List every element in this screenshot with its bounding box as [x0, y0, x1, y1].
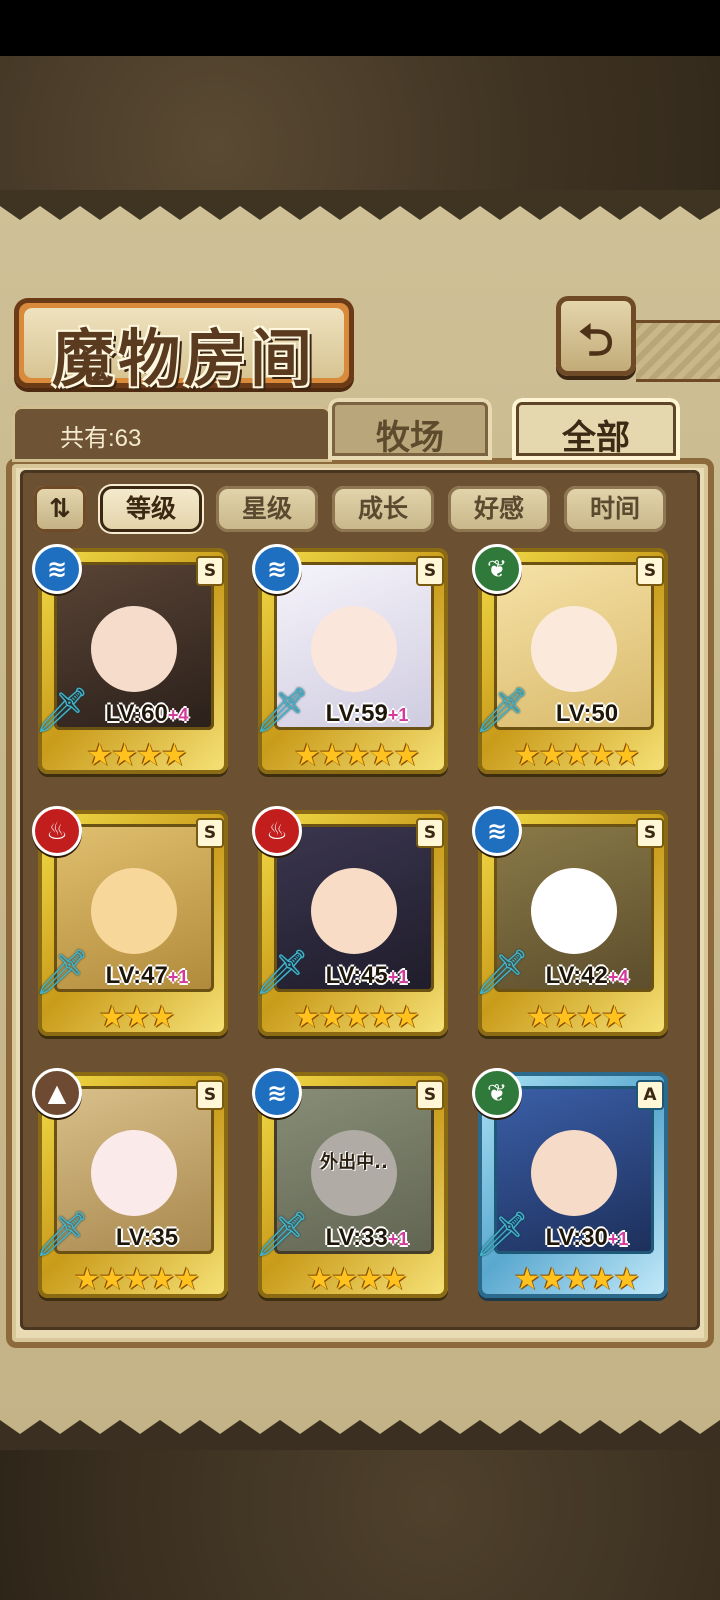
plus-value: +1 — [387, 705, 409, 725]
level-label: LV:60+4 — [72, 700, 222, 728]
monster-count: 共有:63 — [60, 425, 142, 452]
return-arrow-icon: ⮌ — [578, 315, 614, 366]
monster-card[interactable]: ❦ A 🗡 LV:30+1 ★★★★★ — [472, 1068, 672, 1308]
level-value: LV:42 — [545, 962, 608, 989]
rank-badge: S — [416, 818, 444, 848]
torn-edge-bottom — [0, 1420, 720, 1450]
map-background-bottom — [0, 1440, 720, 1600]
level-label: LV:35 — [72, 1224, 222, 1252]
rank-badge: S — [636, 818, 664, 848]
torn-edge-top — [0, 190, 720, 220]
rank-badge: S — [196, 818, 224, 848]
level-label: LV:30+1 — [512, 1224, 662, 1252]
back-button-rail — [636, 320, 720, 382]
plus-value: +1 — [387, 967, 409, 987]
sort-time-button[interactable]: 时间 — [564, 486, 666, 532]
level-value: LV:59 — [325, 700, 388, 727]
star-rating: ★★★★★ — [513, 738, 640, 773]
star-rating: ★★★★ — [306, 1262, 408, 1297]
level-label: LV:47+1 — [72, 962, 222, 990]
earth-element-icon: ▲ — [32, 1068, 82, 1118]
monster-card[interactable]: ♨ S 🗡 LV:47+1 ★★★ — [32, 806, 232, 1046]
level-value: LV:47 — [105, 962, 168, 989]
level-value: LV:60 — [105, 700, 168, 727]
fire-element-icon: ♨ — [252, 806, 302, 856]
monster-card[interactable]: ▲ S 🗡 LV:35 ★★★★★ — [32, 1068, 232, 1308]
rank-badge: S — [196, 1080, 224, 1110]
monster-card[interactable]: ≋ S 🗡 LV:60+4 ★★★★ — [32, 544, 232, 784]
wood-element-icon: ❦ — [472, 1068, 522, 1118]
plus-value: +4 — [167, 705, 189, 725]
water-element-icon: ≋ — [252, 1068, 302, 1118]
plus-value: +1 — [387, 1229, 409, 1249]
page-title: 魔物房间 — [51, 322, 316, 395]
level-value: LV:50 — [555, 700, 619, 727]
star-rating: ★★★★★ — [293, 1000, 420, 1035]
star-rating: ★★★★★ — [73, 1262, 200, 1297]
rank-badge: S — [416, 1080, 444, 1110]
tab-all-label: 全部 — [562, 418, 630, 458]
level-value: LV:45 — [325, 962, 388, 989]
plus-value: +4 — [607, 967, 629, 987]
sort-level-button[interactable]: 等级 — [100, 486, 202, 532]
level-value: LV:30 — [545, 1224, 608, 1251]
plus-value: +1 — [167, 967, 189, 987]
water-element-icon: ≋ — [252, 544, 302, 594]
wood-element-icon: ❦ — [472, 544, 522, 594]
monster-card[interactable]: ❦ S 🗡 LV:50 ★★★★★ — [472, 544, 672, 784]
star-rating: ★★★★★ — [293, 738, 420, 773]
water-element-icon: ≋ — [32, 544, 82, 594]
sort-star-button[interactable]: 星级 — [216, 486, 318, 532]
tab-ranch[interactable]: 牧场 — [328, 398, 492, 460]
tab-all[interactable]: 全部 — [512, 398, 680, 460]
plus-value: +1 — [607, 1229, 629, 1249]
status-bar — [0, 0, 720, 56]
level-value: LV:33 — [325, 1224, 388, 1251]
rank-badge: A — [636, 1080, 664, 1110]
title-banner: 魔物房间 — [14, 298, 354, 395]
monster-card[interactable]: ♨ S 🗡 LV:45+1 ★★★★★ — [252, 806, 452, 1046]
back-button[interactable]: ⮌ — [556, 296, 636, 376]
monster-card[interactable]: 外出中.. ≋ S 🗡 LV:33+1 ★★★★ — [252, 1068, 452, 1308]
away-status-label: 外出中.. — [320, 1152, 388, 1173]
monster-card[interactable]: ≋ S 🗡 LV:59+1 ★★★★★ — [252, 544, 452, 784]
monster-card[interactable]: ≋ S 🗡 LV:42+4 ★★★★ — [472, 806, 672, 1046]
fire-element-icon: ♨ — [32, 806, 82, 856]
sort-growth-button[interactable]: 成长 — [332, 486, 434, 532]
star-rating: ★★★★★ — [513, 1262, 640, 1297]
level-label: LV:50 — [512, 700, 662, 728]
level-label: LV:42+4 — [512, 962, 662, 990]
level-label: LV:45+1 — [292, 962, 442, 990]
rank-badge: S — [636, 556, 664, 586]
star-rating: ★★★★ — [86, 738, 188, 773]
rank-badge: S — [416, 556, 444, 586]
level-label: LV:59+1 — [292, 700, 442, 728]
level-value: LV:35 — [115, 1224, 179, 1251]
map-background-top — [0, 56, 720, 206]
star-rating: ★★★ — [98, 1000, 176, 1035]
count-tab: 共有:63 — [12, 406, 332, 462]
sort-order-icon[interactable]: ⇅ — [34, 486, 86, 532]
star-rating: ★★★★ — [526, 1000, 628, 1035]
water-element-icon: ≋ — [472, 806, 522, 856]
level-label: LV:33+1 — [292, 1224, 442, 1252]
rank-badge: S — [196, 556, 224, 586]
sort-affection-button[interactable]: 好感 — [448, 486, 550, 532]
tab-ranch-label: 牧场 — [376, 418, 444, 458]
